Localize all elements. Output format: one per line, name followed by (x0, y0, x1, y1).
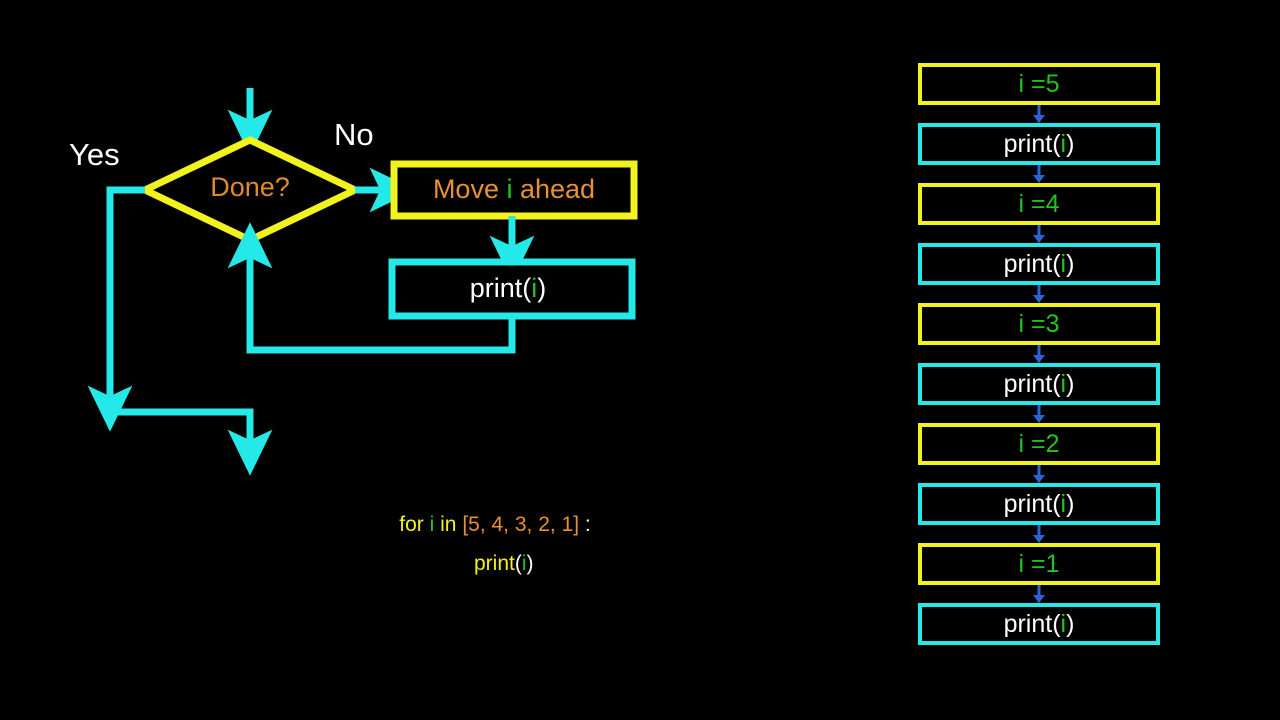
trace-step-value: 3 (1045, 309, 1060, 338)
trace-arrow-8 (1033, 525, 1045, 543)
code-kw-in: in (440, 513, 457, 536)
trace-step-prefix: i = (1018, 69, 1046, 98)
trace-arrow-4 (1033, 285, 1045, 303)
code-close-paren: ) (526, 551, 534, 575)
code-fn-print: print (473, 551, 515, 575)
code-kw-for: for (399, 513, 424, 536)
trace-step-prefix: print( (1003, 249, 1061, 278)
trace-step-7: i = 2 (918, 423, 1160, 465)
trace-step-suffix: ) (1066, 129, 1075, 158)
trace-step-suffix: ) (1066, 249, 1075, 278)
trace-arrow-3 (1033, 225, 1045, 243)
output-label: print(i) (392, 275, 624, 302)
connector-exit (108, 408, 273, 476)
decision-label: Done? (210, 172, 290, 202)
process-label-prefix: Move (432, 174, 507, 204)
trace-step-prefix: print( (1003, 129, 1061, 158)
code-line-1: for i in [5, 4, 3, 2, 1] : (300, 506, 690, 545)
flowchart-canvas: Yes No Done? Move i ahead print(i) for i… (0, 0, 1280, 720)
trace-step-9: i = 1 (918, 543, 1160, 585)
trace-step-10: print(i) (918, 603, 1160, 645)
trace-step-prefix: print( (1003, 489, 1061, 518)
code-line-2: print(i) (300, 545, 690, 584)
code-var-i: i (429, 513, 435, 536)
output-label-suffix: ) (537, 273, 547, 303)
trace-step-prefix: print( (1003, 609, 1061, 638)
trace-step-suffix: ) (1066, 609, 1075, 638)
trace-step-6: print(i) (918, 363, 1160, 405)
trace-step-prefix: i = (1018, 429, 1046, 458)
branch-label-no: No (334, 117, 374, 152)
code-colon: : (584, 513, 591, 536)
trace-step-suffix: ) (1066, 369, 1075, 398)
trace-step-value: 2 (1045, 429, 1060, 458)
trace-arrow-6 (1033, 405, 1045, 423)
trace-step-prefix: print( (1003, 369, 1061, 398)
trace-arrow-7 (1033, 465, 1045, 483)
code-list-literal: [5, 4, 3, 2, 1] (462, 513, 580, 536)
trace-arrow-2 (1033, 165, 1045, 183)
trace-step-5: i = 3 (918, 303, 1160, 345)
trace-step-4: print(i) (918, 243, 1160, 285)
trace-step-prefix: i = (1018, 549, 1046, 578)
trace-arrow-9 (1033, 585, 1045, 603)
trace-step-2: print(i) (918, 123, 1160, 165)
trace-step-prefix: i = (1018, 309, 1046, 338)
trace-step-prefix: i = (1018, 189, 1046, 218)
trace-arrow-5 (1033, 345, 1045, 363)
process-label: Move i ahead (398, 176, 630, 203)
trace-step-value: 4 (1045, 189, 1060, 218)
code-snippet: for i in [5, 4, 3, 2, 1] : print(i) (300, 506, 690, 584)
trace-step-value: 1 (1045, 549, 1060, 578)
process-label-suffix: ahead (512, 174, 596, 204)
branch-label-yes: Yes (69, 137, 120, 172)
trace-step-suffix: ) (1066, 489, 1075, 518)
trace-step-8: print(i) (918, 483, 1160, 525)
output-label-prefix: print( (469, 273, 532, 303)
trace-step-1: i = 5 (918, 63, 1160, 105)
connector-yes (87, 186, 145, 432)
trace-step-value: 5 (1045, 69, 1060, 98)
trace-step-3: i = 4 (918, 183, 1160, 225)
code-open-paren: ( (514, 551, 522, 575)
trace-arrow-1 (1033, 105, 1045, 123)
